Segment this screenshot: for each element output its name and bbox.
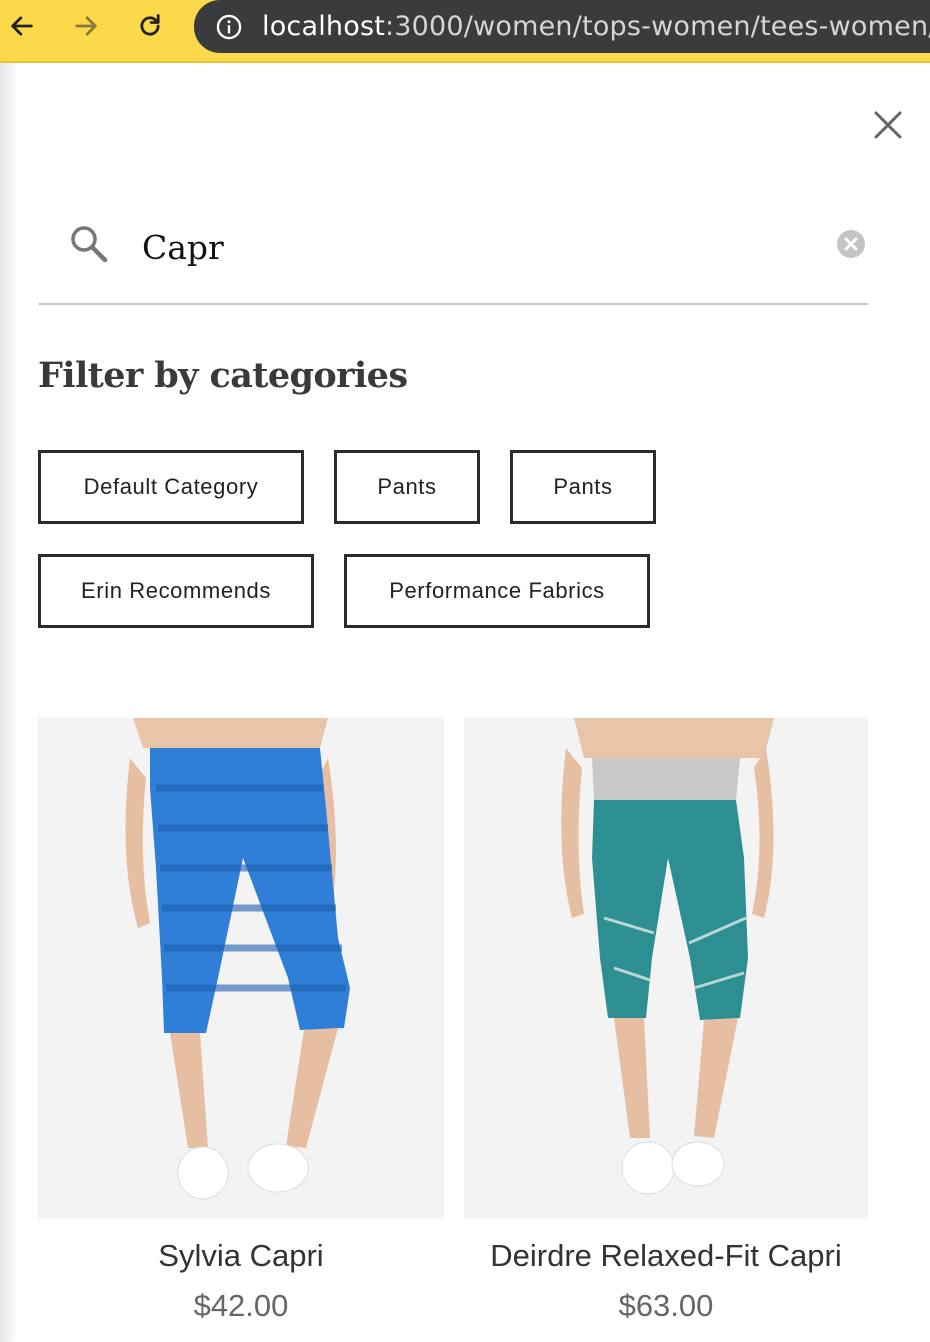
clear-circle-icon	[837, 230, 865, 258]
close-x-icon	[874, 111, 902, 139]
search-bar	[38, 213, 868, 305]
category-chip-pants-2[interactable]: Pants	[510, 450, 656, 524]
arrow-right-icon	[75, 16, 97, 36]
reload-icon	[140, 14, 160, 36]
url-host: localhost	[262, 11, 385, 42]
url-path: :3000/women/tops-women/tees-women/t	[385, 11, 930, 42]
product-price: $63.00	[618, 1288, 714, 1323]
browser-toolbar: localhost:3000/women/tops-women/tees-wom…	[0, 0, 930, 63]
product-card[interactable]: Deirdre Relaxed-Fit Capri $63.00	[464, 718, 868, 1324]
search-input[interactable]	[142, 223, 812, 271]
category-chip-performance-fabrics[interactable]: Performance Fabrics	[344, 554, 650, 628]
search-overlay: Filter by categories Default Category Pa…	[0, 63, 930, 1342]
clear-search-button[interactable]	[836, 229, 866, 259]
product-card[interactable]: Sylvia Capri $42.00	[38, 718, 444, 1324]
magnifier-icon	[71, 226, 108, 263]
address-bar[interactable]: localhost:3000/women/tops-women/tees-wom…	[194, 0, 930, 53]
product-price: $42.00	[193, 1288, 289, 1323]
product-name[interactable]: Deirdre Relaxed-Fit Capri	[464, 1238, 868, 1274]
product-image[interactable]	[38, 718, 444, 1218]
category-chip-default-category[interactable]: Default Category	[38, 450, 304, 524]
reload-button[interactable]	[132, 8, 168, 44]
info-icon[interactable]	[214, 12, 244, 42]
product-name[interactable]: Sylvia Capri	[38, 1238, 444, 1274]
product-image[interactable]	[464, 718, 868, 1218]
arrow-left-icon	[11, 16, 33, 36]
category-chip-erin-recommends[interactable]: Erin Recommends	[38, 554, 314, 628]
category-chip-pants[interactable]: Pants	[334, 450, 480, 524]
close-search-button[interactable]	[866, 103, 910, 147]
forward-button[interactable]	[68, 8, 104, 44]
back-button[interactable]	[4, 8, 40, 44]
url-text: localhost:3000/women/tops-women/tees-wom…	[262, 11, 930, 42]
filter-title: Filter by categories	[38, 355, 408, 396]
